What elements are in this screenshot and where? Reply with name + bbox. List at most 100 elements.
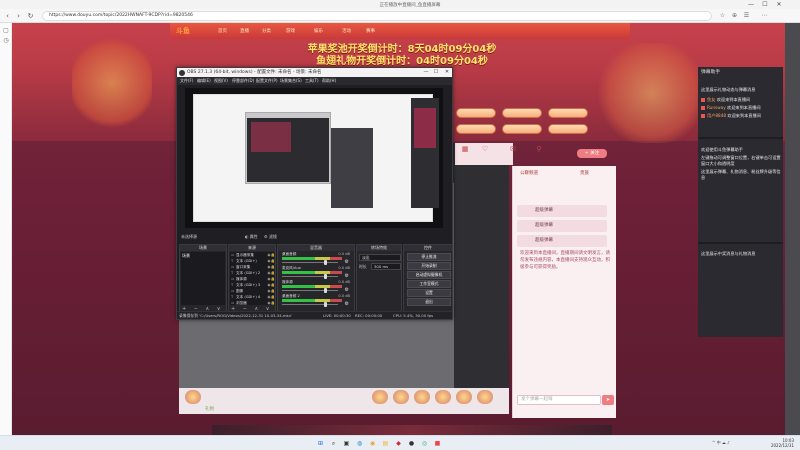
- gift-item[interactable]: [185, 390, 201, 404]
- gift-item[interactable]: [393, 390, 409, 404]
- obs-menu-edit[interactable]: 编辑(E): [197, 78, 211, 84]
- properties-button[interactable]: ◐ 属性: [245, 234, 258, 240]
- obs-menu-help[interactable]: 帮助(H): [322, 78, 336, 84]
- minimize-button[interactable]: —: [744, 0, 758, 9]
- gift-item[interactable]: [414, 390, 430, 404]
- system-tray[interactable]: ^ 中 ☁ ♪: [712, 440, 730, 446]
- super-danmu-row[interactable]: 超级弹幕: [517, 235, 607, 247]
- room-message-icon[interactable]: ✉: [506, 145, 520, 159]
- channel-settings-icon[interactable]: ⚙: [345, 287, 349, 293]
- collections-icon[interactable]: ☰: [742, 11, 751, 21]
- reload-button[interactable]: ↻: [26, 11, 35, 21]
- gift-item[interactable]: [372, 390, 388, 404]
- sources-dock-title: 来源: [229, 245, 275, 251]
- channel-db: 0.0 dB: [338, 252, 350, 256]
- nav-link-live[interactable]: 直播: [240, 28, 249, 34]
- sidebar-tab-icon[interactable]: ▢: [2, 27, 10, 35]
- volume-knob[interactable]: [324, 288, 327, 293]
- channel-settings-icon[interactable]: ⚙: [345, 259, 349, 265]
- extensions-icon[interactable]: ⊕: [730, 11, 739, 21]
- chrome-icon[interactable]: ◉: [368, 439, 377, 448]
- obs-titlebar: OBS 27.1.3 (64-bit, windows) - 配置文件: 未命名…: [177, 68, 452, 77]
- prize-button[interactable]: [456, 124, 496, 134]
- gift-item[interactable]: [435, 390, 451, 404]
- gift-item[interactable]: [477, 390, 493, 404]
- douyu-icon[interactable]: ■: [433, 439, 442, 448]
- send-button[interactable]: ➤: [602, 395, 614, 405]
- volume-slider[interactable]: [282, 290, 338, 291]
- url-input[interactable]: https://www.douyu.com/topic/2022HWNAFT-9…: [42, 11, 712, 21]
- obs-menu-tools[interactable]: 工具(T): [305, 78, 319, 84]
- favorite-icon[interactable]: ☆: [718, 11, 727, 21]
- studio-mode-button[interactable]: 工作室模式: [407, 280, 451, 288]
- mixer-dock-title: 混音器: [278, 245, 354, 251]
- scene-item[interactable]: 场景: [182, 253, 190, 259]
- app-icon[interactable]: ◆: [394, 439, 403, 448]
- search-icon[interactable]: ⌕: [329, 439, 338, 448]
- obs-maximize-button[interactable]: ☐: [431, 68, 441, 77]
- obs-menu-scene-collection[interactable]: 场景集合(S): [280, 78, 302, 84]
- nav-link-games[interactable]: 游戏: [286, 28, 295, 34]
- file-explorer-icon[interactable]: ▤: [381, 439, 390, 448]
- volume-knob[interactable]: [324, 274, 327, 279]
- chat-tab-public[interactable]: 公聊频道: [520, 170, 538, 176]
- channel-settings-icon[interactable]: ⚙: [345, 273, 349, 279]
- prize-button[interactable]: [548, 108, 588, 118]
- task-view-icon[interactable]: ▣: [342, 439, 351, 448]
- chat-tab-noble[interactable]: 贵族: [580, 170, 589, 176]
- page-bottom-banner: [212, 425, 612, 435]
- volume-slider[interactable]: [282, 276, 338, 277]
- obs-minimize-button[interactable]: —: [421, 68, 431, 77]
- nav-link-home[interactable]: 首页: [218, 28, 227, 34]
- obs-menu-view[interactable]: 视图(V): [214, 78, 228, 84]
- volume-slider[interactable]: [282, 304, 338, 305]
- obs-icon[interactable]: ●: [407, 439, 416, 448]
- obs-menu-profile[interactable]: 配置文件(P): [256, 78, 278, 84]
- nav-link-events[interactable]: 活动: [342, 28, 351, 34]
- edge-icon[interactable]: ◍: [355, 439, 364, 448]
- wechat-icon[interactable]: ◎: [420, 439, 429, 448]
- taskbar-clock[interactable]: 10:03 2022/12/31: [764, 438, 794, 448]
- user-name: 用户8848: [707, 113, 727, 118]
- start-icon[interactable]: ⊞: [316, 439, 325, 448]
- forward-button[interactable]: ›: [14, 11, 23, 21]
- nav-link-entertainment[interactable]: 娱乐: [314, 28, 323, 34]
- prize-button[interactable]: [502, 108, 542, 118]
- start-recording-button[interactable]: 开始录制: [407, 262, 451, 270]
- obs-close-button[interactable]: ✕: [442, 68, 452, 77]
- virtual-camera-button[interactable]: 启动虚拟摄像机: [407, 271, 451, 279]
- follow-button[interactable]: + 关注: [577, 149, 607, 158]
- volume-knob[interactable]: [324, 302, 327, 307]
- obs-menu-file[interactable]: 文件(F): [180, 78, 193, 84]
- room-like-icon[interactable]: ♡: [478, 145, 492, 159]
- settings-button[interactable]: 设置: [407, 289, 451, 297]
- stop-streaming-button[interactable]: 停止推流: [407, 253, 451, 261]
- sidebar-history-icon[interactable]: ◷: [2, 37, 10, 45]
- transition-select[interactable]: 淡出: [359, 254, 401, 261]
- volume-meter: [282, 299, 342, 302]
- site-logo[interactable]: 斗鱼: [176, 26, 190, 36]
- obs-menu-docks[interactable]: 停靠部件(D): [232, 78, 254, 84]
- nav-link-matches[interactable]: 赛事: [366, 28, 375, 34]
- volume-knob[interactable]: [324, 260, 327, 265]
- channel-settings-icon[interactable]: ⚙: [345, 301, 349, 307]
- super-danmu-row[interactable]: 超级弹幕: [517, 205, 607, 217]
- maximize-button[interactable]: ☐: [758, 0, 772, 9]
- prize-button[interactable]: [548, 124, 588, 134]
- obs-preview[interactable]: [185, 88, 443, 228]
- more-menu-icon[interactable]: ⋯: [760, 11, 769, 21]
- danmu-input[interactable]: 发个弹幕一起嗨: [517, 395, 601, 405]
- room-share-icon[interactable]: ⚲: [532, 145, 546, 159]
- room-grid-icon[interactable]: ▦: [458, 145, 472, 159]
- filters-button[interactable]: ⚙ 滤镜: [264, 234, 277, 240]
- duration-input[interactable]: 300 ms: [371, 263, 401, 270]
- super-danmu-row[interactable]: 超级弹幕: [517, 220, 607, 232]
- prize-button[interactable]: [502, 124, 542, 134]
- close-button[interactable]: ✕: [772, 0, 786, 9]
- prize-button[interactable]: [456, 108, 496, 118]
- back-button[interactable]: ‹: [3, 11, 12, 21]
- nav-link-category[interactable]: 分类: [262, 28, 271, 34]
- gift-item[interactable]: [456, 390, 472, 404]
- exit-button[interactable]: 退出: [407, 298, 451, 306]
- volume-slider[interactable]: [282, 262, 338, 263]
